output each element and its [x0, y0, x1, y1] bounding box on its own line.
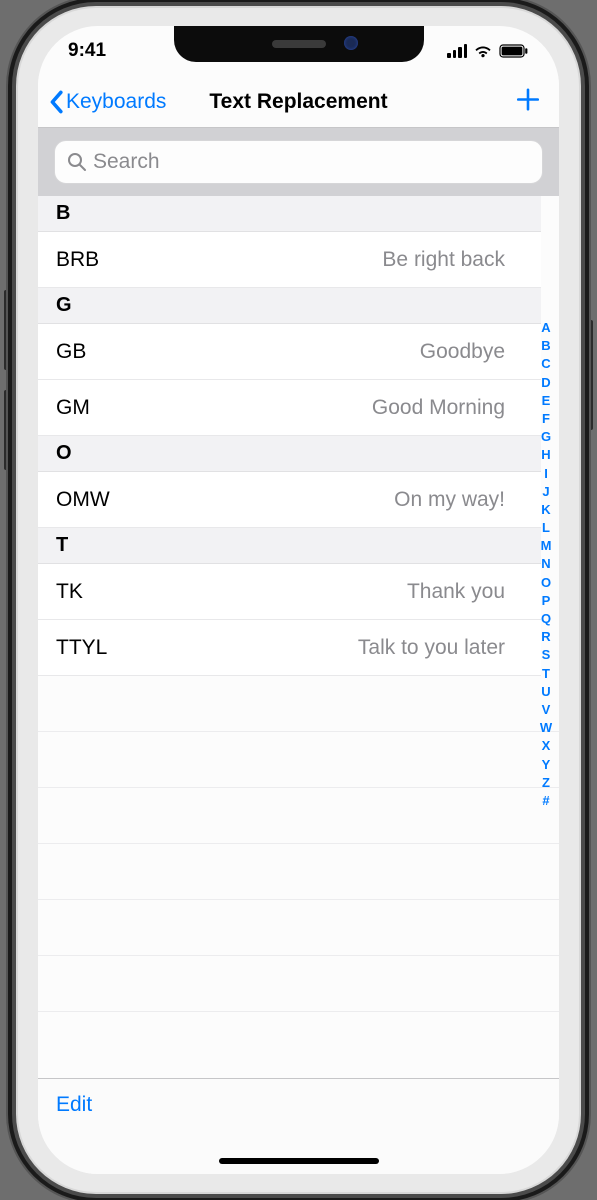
- home-indicator[interactable]: [219, 1158, 379, 1164]
- alpha-index-letter[interactable]: J: [539, 484, 553, 499]
- cellular-signal-icon: [447, 44, 467, 58]
- list-item[interactable]: TK Thank you: [38, 564, 541, 620]
- volume-up-button[interactable]: [4, 290, 12, 370]
- wifi-icon: [473, 44, 493, 58]
- empty-row: [38, 844, 559, 900]
- alpha-index-letter[interactable]: M: [539, 538, 553, 553]
- phrase-label: Thank you: [407, 580, 515, 604]
- phrase-label: Good Morning: [372, 396, 515, 420]
- shortcut-label: GB: [56, 340, 86, 364]
- phrase-label: Goodbye: [420, 340, 515, 364]
- notch: [174, 26, 424, 62]
- alpha-index[interactable]: ABCDEFGHIJKLMNOPQRSTUVWXYZ #: [537, 316, 555, 812]
- phrase-label: Be right back: [382, 248, 515, 272]
- empty-row: [38, 788, 559, 844]
- volume-down-button[interactable]: [4, 390, 12, 470]
- list-scroll[interactable]: BBRBBe right backGGBGoodbyeGMGood Mornin…: [38, 196, 559, 1078]
- list-item[interactable]: GB Goodbye: [38, 324, 541, 380]
- chevron-left-icon: [48, 90, 64, 114]
- edit-button[interactable]: Edit: [56, 1093, 92, 1117]
- alpha-index-letter[interactable]: C: [539, 356, 553, 371]
- alpha-index-letter[interactable]: F: [539, 411, 553, 426]
- empty-rows: [38, 676, 559, 1012]
- alpha-index-letter[interactable]: L: [539, 520, 553, 535]
- shortcut-label: BRB: [56, 248, 99, 272]
- alpha-index-letter[interactable]: S: [539, 647, 553, 662]
- add-button[interactable]: [515, 86, 541, 117]
- empty-row: [38, 956, 559, 1012]
- alpha-index-letter[interactable]: B: [539, 338, 553, 353]
- alpha-index-letter[interactable]: O: [539, 575, 553, 590]
- front-camera: [344, 36, 358, 50]
- alpha-index-letter[interactable]: D: [539, 375, 553, 390]
- alpha-index-letter[interactable]: V: [539, 702, 553, 717]
- alpha-index-letter[interactable]: K: [539, 502, 553, 517]
- alpha-index-letter[interactable]: I: [539, 466, 553, 481]
- search-input[interactable]: Search: [54, 140, 543, 184]
- sections-container: BBRBBe right backGGBGoodbyeGMGood Mornin…: [38, 196, 559, 676]
- alpha-index-letter[interactable]: E: [539, 393, 553, 408]
- silence-switch[interactable]: [6, 210, 12, 250]
- alpha-index-letter[interactable]: G: [539, 429, 553, 444]
- alpha-index-letter[interactable]: #: [539, 793, 553, 808]
- list-item[interactable]: OMW On my way!: [38, 472, 541, 528]
- shortcut-label: TTYL: [56, 636, 107, 660]
- alpha-index-letter[interactable]: U: [539, 684, 553, 699]
- empty-row: [38, 676, 559, 732]
- power-button[interactable]: [585, 320, 593, 430]
- alpha-index-letter[interactable]: H: [539, 447, 553, 462]
- nav-bar: Keyboards Text Replacement: [38, 76, 559, 128]
- empty-row: [38, 732, 559, 788]
- toolbar: Edit: [38, 1078, 559, 1174]
- list-item[interactable]: BRB Be right back: [38, 232, 541, 288]
- section-header: T: [38, 528, 541, 564]
- alpha-index-letter[interactable]: Y: [539, 757, 553, 772]
- phrase-label: On my way!: [394, 488, 515, 512]
- alpha-index-letter[interactable]: Z: [539, 775, 553, 790]
- alpha-index-letter[interactable]: W: [539, 720, 553, 735]
- search-placeholder: Search: [93, 150, 160, 174]
- plus-icon: [515, 86, 541, 112]
- shortcut-label: OMW: [56, 488, 110, 512]
- alpha-index-letter[interactable]: R: [539, 629, 553, 644]
- alpha-index-letter[interactable]: A: [539, 320, 553, 335]
- list-item[interactable]: TTYL Talk to you later: [38, 620, 541, 676]
- shortcut-label: TK: [56, 580, 83, 604]
- alpha-index-letter[interactable]: N: [539, 556, 553, 571]
- phrase-label: Talk to you later: [358, 636, 515, 660]
- search-area: Search: [38, 128, 559, 197]
- alpha-index-letter[interactable]: P: [539, 593, 553, 608]
- section-header: G: [38, 288, 541, 324]
- phone-frame: 9:41 Keyboards Text Replacement: [18, 8, 579, 1192]
- alpha-index-letter[interactable]: Q: [539, 611, 553, 626]
- empty-row: [38, 900, 559, 956]
- list-item[interactable]: GM Good Morning: [38, 380, 541, 436]
- speaker: [272, 40, 326, 48]
- alpha-index-letter[interactable]: T: [539, 666, 553, 681]
- screen: 9:41 Keyboards Text Replacement: [38, 26, 559, 1174]
- shortcut-label: GM: [56, 396, 90, 420]
- section-header: B: [38, 196, 541, 232]
- search-icon: [67, 152, 87, 172]
- alpha-index-letter[interactable]: X: [539, 738, 553, 753]
- status-time: 9:41: [68, 40, 106, 62]
- section-header: O: [38, 436, 541, 472]
- back-label: Keyboards: [66, 90, 166, 114]
- back-button[interactable]: Keyboards: [38, 90, 166, 114]
- battery-icon: [499, 44, 529, 58]
